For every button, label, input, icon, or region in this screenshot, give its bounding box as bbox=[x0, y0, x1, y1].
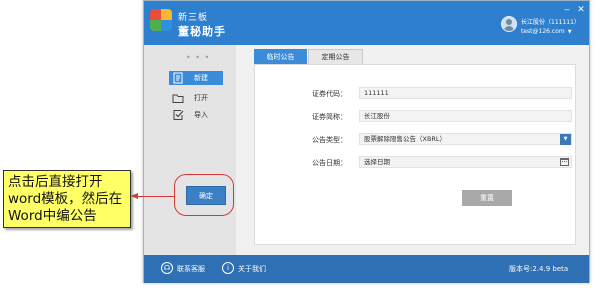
announcement-date-picker[interactable]: 选择日期 bbox=[359, 156, 572, 168]
annotation-arrow-head bbox=[131, 193, 138, 199]
main-content: 临时公告 定期公告 证券代码： 111111 证券简称： 长江股份 公告类型： … bbox=[236, 45, 589, 255]
announcement-type-select[interactable]: 股票解除限售公告（XBRL） ▼ bbox=[359, 133, 572, 145]
folder-icon bbox=[172, 94, 184, 103]
title-bar: 新三板 董秘助手 长江股份（111111） test@126.com ▼ ‒ ✕ bbox=[144, 1, 589, 45]
confirm-button[interactable]: 确定 bbox=[186, 186, 226, 205]
announcement-date-label: 公告日期： bbox=[312, 159, 347, 167]
app-title-line2: 董秘助手 bbox=[178, 25, 226, 38]
app-title-line1: 新三板 bbox=[178, 13, 209, 23]
reset-button[interactable]: 重置 bbox=[462, 190, 512, 206]
stock-code-label: 证券代码： bbox=[312, 90, 347, 98]
user-account-menu[interactable]: test@126.com ▼ bbox=[521, 28, 572, 35]
stock-short-name-field[interactable]: 长江股份 bbox=[359, 110, 572, 122]
sidebar-item-import[interactable]: 导入 bbox=[169, 108, 223, 122]
tab-temporary-announcement[interactable]: 临时公告 bbox=[254, 49, 307, 64]
sidebar-item-open[interactable]: 打开 bbox=[169, 91, 223, 105]
app-window: 新三板 董秘助手 长江股份（111111） test@126.com ▼ ‒ ✕ … bbox=[143, 0, 590, 283]
calendar-icon[interactable] bbox=[560, 158, 569, 166]
about-us-link[interactable]: 关于我们 bbox=[238, 264, 266, 274]
chevron-down-icon[interactable]: ▼ bbox=[560, 134, 571, 145]
sidebar-item-label: 新建 bbox=[194, 74, 208, 82]
annotation-arrow-line bbox=[137, 196, 174, 197]
sidebar-item-label: 打开 bbox=[194, 94, 208, 102]
announcement-type-value: 股票解除限售公告（XBRL） bbox=[364, 135, 447, 143]
stock-short-name-label: 证券简称： bbox=[312, 113, 347, 121]
contact-support-link[interactable]: 联系客服 bbox=[177, 264, 205, 274]
announcement-type-label: 公告类型： bbox=[312, 136, 347, 144]
close-button[interactable]: ✕ bbox=[576, 5, 586, 15]
more-dots-icon: • • • bbox=[186, 53, 211, 62]
version-text: 版本号:2.4.9 beta bbox=[509, 265, 569, 273]
announcement-form-panel: 证券代码： 111111 证券简称： 长江股份 公告类型： 股票解除限售公告（X… bbox=[254, 64, 576, 245]
app-logo-icon bbox=[150, 9, 172, 31]
user-email: test@126.com bbox=[521, 28, 565, 35]
chevron-down-icon[interactable]: ▼ bbox=[568, 29, 572, 35]
sidebar-item-new[interactable]: 新建 bbox=[169, 71, 223, 85]
minimize-button[interactable]: ‒ bbox=[562, 5, 572, 15]
annotation-callout-text: 点击后直接打开word模板，然后在Word中编公告 bbox=[8, 174, 123, 224]
headset-icon: ☊ bbox=[161, 262, 173, 274]
user-avatar-icon[interactable] bbox=[501, 16, 517, 32]
stock-code-field[interactable]: 111111 bbox=[359, 87, 572, 99]
date-placeholder: 选择日期 bbox=[364, 158, 390, 166]
user-company-name: 长江股份（111111） bbox=[521, 19, 580, 26]
info-icon: i bbox=[222, 262, 234, 274]
status-bar: ☊ 联系客服 i 关于我们 版本号:2.4.9 beta bbox=[144, 255, 589, 283]
sidebar-item-label: 导入 bbox=[194, 111, 208, 119]
import-check-icon bbox=[173, 110, 184, 120]
annotation-callout: 点击后直接打开word模板，然后在Word中编公告 bbox=[3, 170, 131, 228]
new-document-icon bbox=[173, 72, 183, 84]
tab-periodic-announcement[interactable]: 定期公告 bbox=[308, 49, 363, 64]
sidebar: • • • 新建 打开 导入 bbox=[144, 45, 236, 255]
